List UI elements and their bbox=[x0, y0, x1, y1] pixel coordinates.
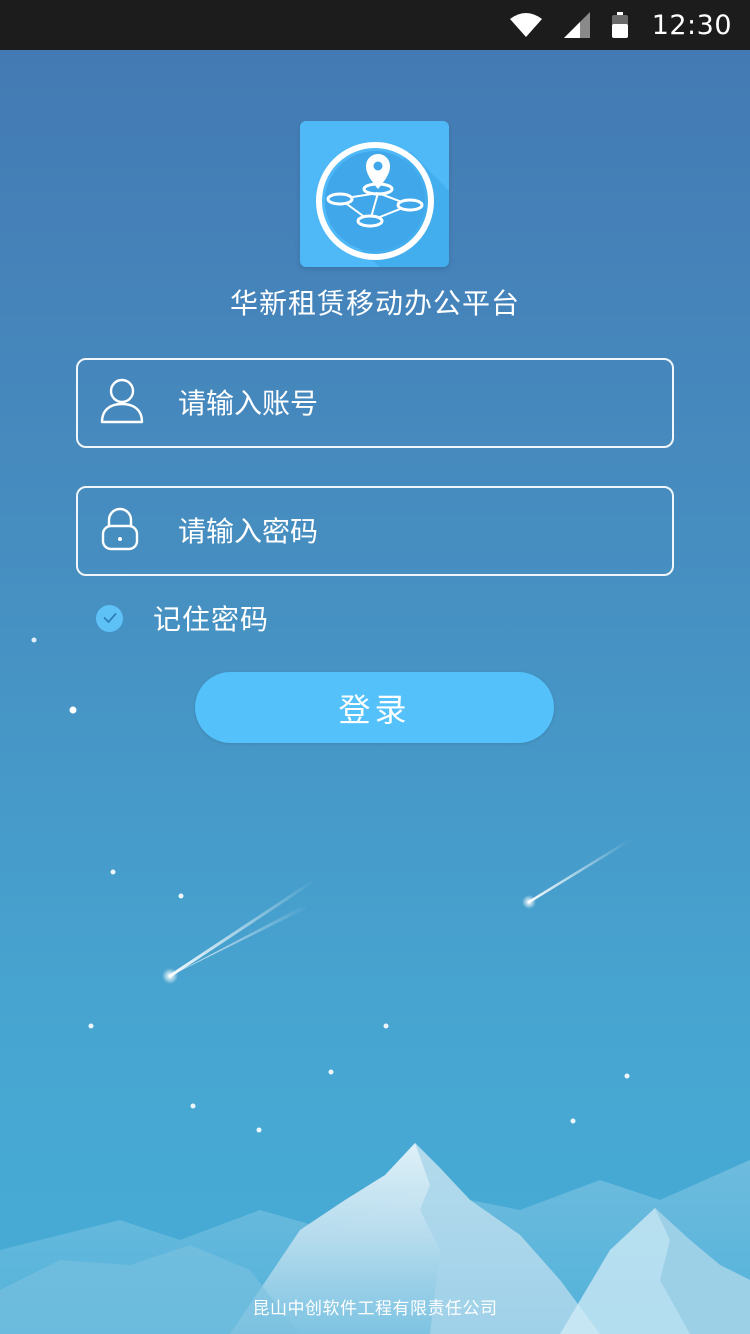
wifi-icon bbox=[509, 13, 542, 37]
username-field[interactable] bbox=[76, 358, 674, 448]
clock: 12:30 bbox=[651, 9, 732, 41]
password-input[interactable] bbox=[178, 488, 658, 574]
location-network-icon bbox=[316, 142, 449, 267]
app-logo bbox=[300, 121, 449, 267]
remember-password[interactable]: 记住密码 bbox=[96, 598, 269, 638]
status-bar: 12:30 bbox=[0, 0, 750, 50]
check-icon bbox=[103, 613, 116, 623]
login-button[interactable]: 登录 bbox=[195, 672, 554, 743]
app-title: 华新租赁移动办公平台 bbox=[229, 287, 520, 320]
username-input[interactable] bbox=[178, 360, 658, 446]
lock-icon bbox=[100, 507, 140, 555]
battery-icon bbox=[611, 12, 628, 38]
company-footer: 昆山中创软件工程有限责任公司 bbox=[252, 1299, 498, 1319]
password-field[interactable] bbox=[76, 486, 674, 576]
remember-label: 记住密码 bbox=[153, 603, 270, 636]
cell-signal-icon bbox=[563, 12, 590, 38]
remember-checkbox[interactable] bbox=[96, 604, 123, 632]
user-icon bbox=[100, 378, 144, 428]
